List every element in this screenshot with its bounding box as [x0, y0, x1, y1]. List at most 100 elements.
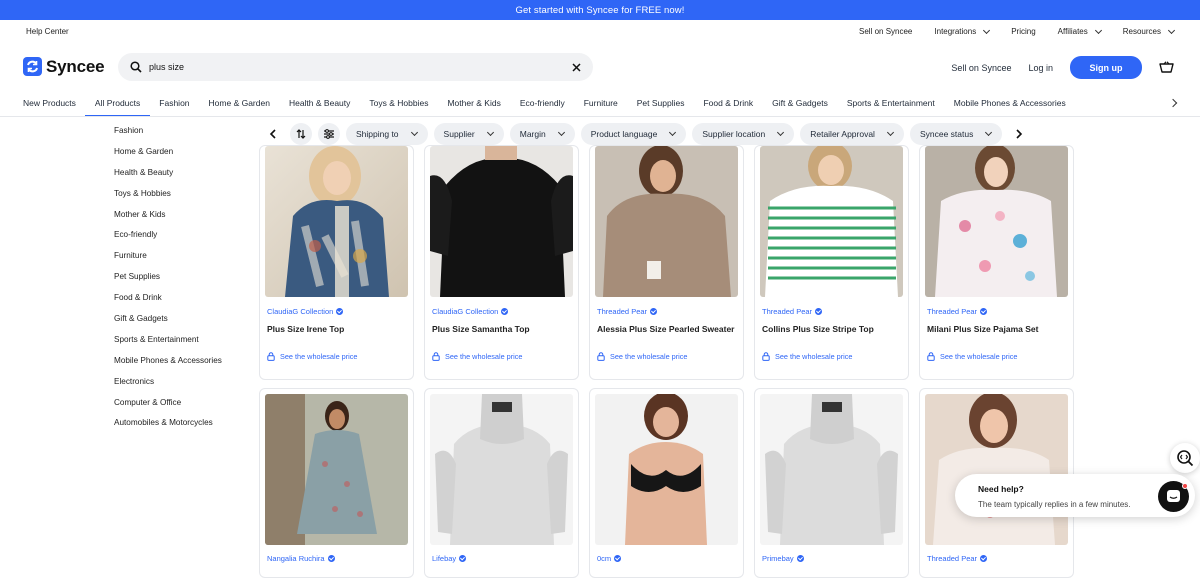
- sell-on-syncee-link[interactable]: Sell on Syncee: [951, 63, 1011, 73]
- nav-toys-hobbies[interactable]: Toys & Hobbies: [369, 90, 428, 116]
- product-card[interactable]: Lifebay: [424, 388, 579, 578]
- util-sell-link[interactable]: Sell on Syncee: [859, 27, 912, 36]
- sidebar-item-mobile-phones[interactable]: Mobile Phones & Accessories: [114, 354, 222, 375]
- product-image[interactable]: [760, 394, 903, 545]
- wholesale-price-link[interactable]: See the wholesale price: [762, 352, 852, 361]
- filter-shipping-to[interactable]: Shipping to: [346, 123, 428, 145]
- nav-scroll-right-icon[interactable]: [1168, 98, 1178, 108]
- filter-syncee-status[interactable]: Syncee status: [909, 123, 1003, 145]
- product-card[interactable]: Primebay: [754, 388, 909, 578]
- nav-all-products[interactable]: All Products: [84, 90, 151, 116]
- filters-scroll-right-icon[interactable]: [1008, 123, 1030, 145]
- product-image[interactable]: [430, 146, 573, 297]
- wholesale-price-link[interactable]: See the wholesale price: [597, 352, 687, 361]
- product-card[interactable]: 0cm: [589, 388, 744, 578]
- search-input[interactable]: [149, 62, 572, 72]
- product-image[interactable]: [760, 146, 903, 297]
- wholesale-price-link[interactable]: See the wholesale price: [432, 352, 522, 361]
- product-image[interactable]: [925, 394, 1068, 545]
- product-supplier[interactable]: Threaded Pear: [597, 307, 658, 316]
- product-supplier[interactable]: Threaded Pear: [927, 554, 988, 563]
- product-image[interactable]: [430, 394, 573, 545]
- logo[interactable]: Syncee: [23, 57, 105, 77]
- nav-new-products[interactable]: New Products: [23, 90, 76, 116]
- login-link[interactable]: Log in: [1028, 63, 1053, 73]
- filter-retailer-approval[interactable]: Retailer Approval: [800, 123, 904, 145]
- nav-food-drink[interactable]: Food & Drink: [703, 90, 753, 116]
- wholesale-price-link[interactable]: See the wholesale price: [927, 352, 1017, 361]
- product-image[interactable]: [925, 146, 1068, 297]
- product-supplier[interactable]: Threaded Pear: [762, 307, 823, 316]
- search-bar[interactable]: [118, 53, 593, 81]
- product-supplier[interactable]: Lifebay: [432, 554, 467, 563]
- product-image[interactable]: [265, 394, 408, 545]
- product-card[interactable]: Threaded Pear Alessia Plus Size Pearled …: [589, 145, 744, 380]
- filter-supplier[interactable]: Supplier: [433, 123, 504, 145]
- nav-gift-gadgets[interactable]: Gift & Gadgets: [772, 90, 828, 116]
- product-image[interactable]: [265, 146, 408, 297]
- sidebar-item-mother-kids[interactable]: Mother & Kids: [114, 208, 222, 229]
- product-image[interactable]: [595, 146, 738, 297]
- util-affiliates-menu[interactable]: Affiliates: [1058, 26, 1102, 36]
- verified-icon: [815, 308, 823, 315]
- sidebar-item-fashion[interactable]: Fashion: [114, 124, 222, 145]
- product-title[interactable]: Plus Size Samantha Top: [432, 324, 572, 335]
- sidebar-item-food-drink[interactable]: Food & Drink: [114, 291, 222, 312]
- nav-eco-friendly[interactable]: Eco-friendly: [520, 90, 565, 116]
- product-card[interactable]: Threaded Pear Milani Plus Size Pajama Se…: [919, 145, 1074, 380]
- filter-product-language[interactable]: Product language: [580, 123, 687, 145]
- sidebar-item-furniture[interactable]: Furniture: [114, 249, 222, 270]
- util-resources-menu[interactable]: Resources: [1123, 26, 1176, 36]
- product-image[interactable]: [595, 394, 738, 545]
- nav-sports-entertainment[interactable]: Sports & Entertainment: [847, 90, 935, 116]
- sidebar-item-sports-entertainment[interactable]: Sports & Entertainment: [114, 333, 222, 354]
- nav-home-garden[interactable]: Home & Garden: [209, 90, 270, 116]
- sidebar-item-eco-friendly[interactable]: Eco-friendly: [114, 228, 222, 249]
- product-supplier[interactable]: Primebay: [762, 554, 804, 563]
- sort-icon[interactable]: [290, 123, 312, 145]
- clear-search-icon[interactable]: [572, 62, 581, 72]
- product-title[interactable]: Collins Plus Size Stripe Top: [762, 324, 902, 335]
- sidebar-item-home-garden[interactable]: Home & Garden: [114, 145, 222, 166]
- filter-supplier-location[interactable]: Supplier location: [692, 123, 795, 145]
- sidebar-item-gift-gadgets[interactable]: Gift & Gadgets: [114, 312, 222, 333]
- sidebar-item-computer-office[interactable]: Computer & Office: [114, 396, 222, 417]
- signup-button[interactable]: Sign up: [1070, 56, 1142, 79]
- sidebar-item-pet-supplies[interactable]: Pet Supplies: [114, 270, 222, 291]
- filters-scroll-left-icon[interactable]: [262, 123, 284, 145]
- filter-settings-icon[interactable]: [318, 123, 340, 145]
- filter-margin[interactable]: Margin: [509, 123, 575, 145]
- nav-pet-supplies[interactable]: Pet Supplies: [637, 90, 685, 116]
- floating-action-button[interactable]: [1170, 443, 1200, 473]
- chat-launcher-button[interactable]: [1158, 481, 1189, 512]
- promo-banner[interactable]: Get started with Syncee for FREE now!: [0, 0, 1200, 20]
- product-title[interactable]: Milani Plus Size Pajama Set: [927, 324, 1067, 335]
- sidebar-item-toys-hobbies[interactable]: Toys & Hobbies: [114, 187, 222, 208]
- cart-icon[interactable]: [1159, 61, 1174, 74]
- sidebar-item-automobiles[interactable]: Automobiles & Motorcycles: [114, 416, 222, 437]
- sidebar-item-health-beauty[interactable]: Health & Beauty: [114, 166, 222, 187]
- filter-label: Margin: [519, 129, 546, 139]
- nav-fashion[interactable]: Fashion: [159, 90, 189, 116]
- product-title[interactable]: Plus Size Irene Top: [267, 324, 407, 335]
- product-supplier[interactable]: 0cm: [597, 554, 622, 563]
- product-card[interactable]: Nangalia Ruchira: [259, 388, 414, 578]
- product-supplier[interactable]: ClaudiaG Collection: [432, 307, 509, 316]
- sidebar-item-electronics[interactable]: Electronics: [114, 375, 222, 396]
- product-supplier[interactable]: Nangalia Ruchira: [267, 554, 335, 563]
- util-integrations-menu[interactable]: Integrations: [934, 26, 991, 36]
- product-card[interactable]: ClaudiaG Collection Plus Size Irene Top …: [259, 145, 414, 380]
- promo-banner-text[interactable]: Get started with Syncee for FREE now!: [516, 5, 685, 16]
- product-card[interactable]: Threaded Pear Collins Plus Size Stripe T…: [754, 145, 909, 380]
- product-supplier[interactable]: ClaudiaG Collection: [267, 307, 344, 316]
- util-pricing-link[interactable]: Pricing: [1011, 27, 1035, 36]
- product-card[interactable]: ClaudiaG Collection Plus Size Samantha T…: [424, 145, 579, 380]
- nav-mother-kids[interactable]: Mother & Kids: [447, 90, 500, 116]
- nav-furniture[interactable]: Furniture: [584, 90, 618, 116]
- wholesale-price-link[interactable]: See the wholesale price: [267, 352, 357, 361]
- nav-mobile-phones[interactable]: Mobile Phones & Accessories: [954, 90, 1066, 116]
- nav-health-beauty[interactable]: Health & Beauty: [289, 90, 350, 116]
- help-center-link[interactable]: Help Center: [26, 27, 69, 36]
- product-supplier[interactable]: Threaded Pear: [927, 307, 988, 316]
- product-title[interactable]: Alessia Plus Size Pearled Sweater: [597, 324, 737, 335]
